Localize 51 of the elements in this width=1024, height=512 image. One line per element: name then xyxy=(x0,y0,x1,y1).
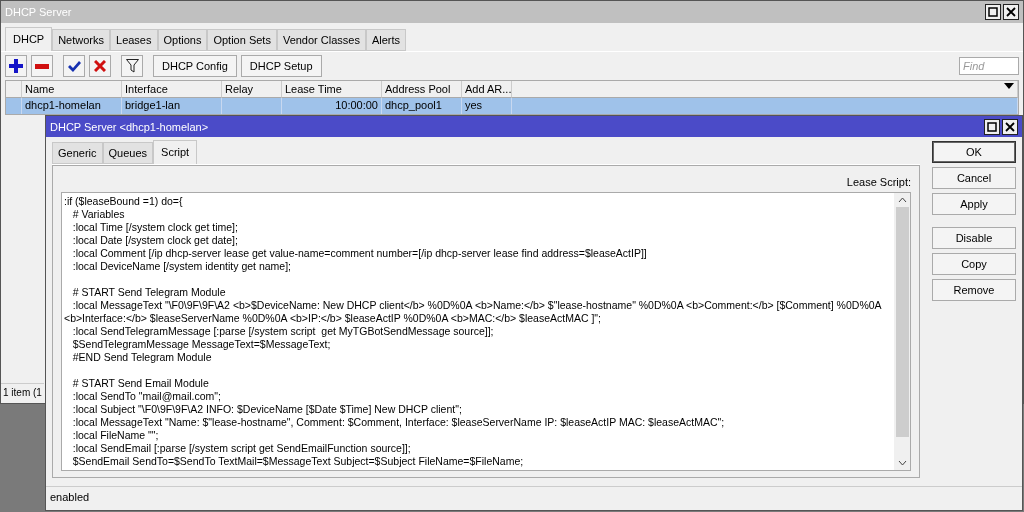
table-cell: dhcp1-homelan xyxy=(22,98,122,114)
find-field[interactable]: Find xyxy=(959,57,1019,75)
dialog-button[interactable]: OK xyxy=(932,141,1016,164)
dialog-title: DHCP Server <dhcp1-homelan> xyxy=(50,120,209,133)
disable-button[interactable] xyxy=(89,55,111,77)
tab[interactable]: Vendor Classes xyxy=(276,29,366,51)
dialog-button[interactable]: Apply xyxy=(932,193,1016,216)
close-icon xyxy=(1006,7,1016,17)
status-text: 1 item (1 xyxy=(1,383,44,403)
tab[interactable]: DHCP xyxy=(5,27,53,51)
table-cell: 10:00:00 xyxy=(282,98,382,114)
filter-button[interactable] xyxy=(121,55,143,77)
tab[interactable]: Option Sets xyxy=(207,29,277,51)
tab[interactable]: Leases xyxy=(110,29,158,51)
tab[interactable]: Queues xyxy=(102,142,154,165)
tab[interactable]: Networks xyxy=(52,29,110,51)
dialog-button[interactable]: Disable xyxy=(932,227,1016,250)
tab[interactable]: Generic xyxy=(52,142,103,165)
toolbar-button[interactable]: DHCP Setup xyxy=(240,55,322,77)
maximize-button[interactable] xyxy=(984,118,1000,135)
tab[interactable]: Script xyxy=(153,140,198,165)
toolbar-button[interactable]: DHCP Config xyxy=(153,55,237,77)
scrollbar[interactable] xyxy=(894,193,910,471)
close-button[interactable] xyxy=(1002,118,1018,135)
table-cell: yes xyxy=(462,98,512,114)
window-title: DHCP Server xyxy=(5,6,72,18)
status-text: enabled xyxy=(46,486,1022,510)
add-button[interactable] xyxy=(5,55,27,77)
cross-icon xyxy=(94,60,106,72)
dialog-button[interactable]: Copy xyxy=(932,253,1016,276)
close-icon xyxy=(1005,121,1015,132)
enable-button[interactable] xyxy=(63,55,85,77)
dialog-button[interactable]: Remove xyxy=(932,279,1016,302)
field-label: Lease Script: xyxy=(846,176,911,189)
table-row[interactable]: dhcp1-homelan bridge1-lan 10:00:00 dhcp_pool1 yes xyxy=(6,98,1018,114)
maximize-icon xyxy=(988,7,998,17)
tab[interactable]: Alerts xyxy=(365,29,407,51)
checkmark-icon xyxy=(67,60,81,72)
remove-button[interactable] xyxy=(31,55,53,77)
table-cell: dhcp_pool1 xyxy=(382,98,462,114)
table-cell: bridge1-lan xyxy=(122,98,222,114)
minus-icon xyxy=(35,63,49,69)
plus-icon xyxy=(9,59,23,73)
filter-icon xyxy=(125,59,139,73)
close-button[interactable] xyxy=(1003,4,1019,20)
maximize-button[interactable] xyxy=(985,4,1001,20)
tab[interactable]: Options xyxy=(157,29,208,51)
dialog-button[interactable]: Cancel xyxy=(932,167,1016,190)
dropdown-arrow-icon[interactable] xyxy=(1004,83,1014,89)
script-editor[interactable]: :if ($leaseBound =1) do={ # Variables :local Time [/system clock get time]; :local Date [/system clock get date]; :local Comment [/ip dhcp-server lease get value-name=comment number=[/ip dhcp-server lease find address=$leaseActIP]] :local DeviceName [/system identity get name]; # START Send Telegram Module :local MessageText "\F0\9F\9F\A2 <b>$DeviceName: New DHCP client</b> %0D%0A <b>Name:</b> $"lease-hostname" %0D%0A <b>Comment:</b> [$Comment] %0D%0A <b>Interface:</b> $leaseServerName %0D%0A <b>IP:</b> $leaseActIP %0D%0A <b>MAC:</b> $leaseActMAC ]"; :local SendTelegramMessage [:parse [/system script get MyTGBotSendMessage source]]; $SendTelegramMessage MessageText=$MessageText; #END Send Telegram Module # START Send Email Module :local SendTo "mail@mail.com"; :local Subject "\F0\9F\9F\A2 INFO: $DeviceName [$Date $Time] New DHCP client"; :local MessageText "Name: $"lease-hostname", Comment: $Comment, Interface: $leaseServerName IP: $leaseActIP MAC: $leaseActMAC"; :local FileName ""; :local SendEmail [:parse [/system script get SendEmailFunction source]]; $SendEmail SendTo=$SendTo TextMail=$MessageText Subject=$Subject FileName=$FileName; xyxy=(61,192,911,472)
maximize-icon xyxy=(987,121,997,132)
